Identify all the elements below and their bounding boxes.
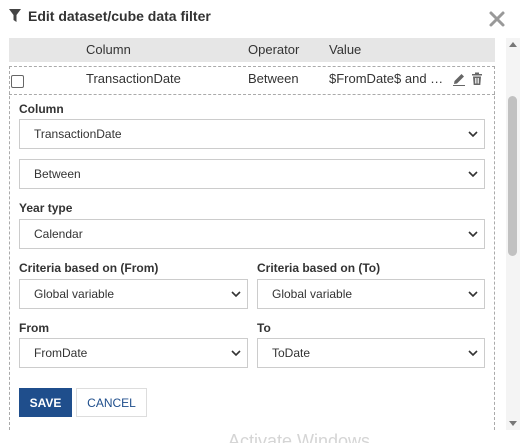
dialog-title: Edit dataset/cube data filter [28,8,211,24]
scroll-up-arrow-icon[interactable] [509,42,517,47]
criteria-to-select-value: Global variable [272,287,353,301]
operator-select-value: Between [34,167,81,181]
criteria-from-label: Criteria based on (From) [19,261,159,275]
edit-pencil-icon[interactable] [452,72,466,86]
chevron-down-icon [468,131,478,138]
chevron-down-icon [231,350,241,357]
from-select[interactable]: FromDate [19,338,248,368]
scrollbar-thumb[interactable] [508,96,517,256]
dialog-title-bar: Edit dataset/cube data filter [0,0,521,36]
from-label: From [19,321,49,335]
vertical-scrollbar[interactable] [506,38,520,430]
chevron-down-icon [468,291,478,298]
to-label: To [257,321,271,335]
column-select[interactable]: TransactionDate [19,119,485,149]
year-type-select[interactable]: Calendar [19,219,485,249]
to-select[interactable]: ToDate [257,338,485,368]
row-divider [9,94,495,95]
value-header: Value [329,42,362,57]
column-label: Column [19,102,64,116]
from-select-value: FromDate [34,346,88,360]
criteria-to-label: Criteria based on (To) [257,261,381,275]
chevron-down-icon [468,171,478,178]
to-select-value: ToDate [272,346,311,360]
chevron-down-icon [231,291,241,298]
column-header: Column [86,42,131,57]
operator-select[interactable]: Between [19,159,485,189]
chevron-down-icon [468,350,478,357]
column-select-value: TransactionDate [34,127,122,141]
save-button[interactable]: SAVE [19,388,72,417]
cancel-button[interactable]: CANCEL [76,388,147,417]
grid-header: Column Operator Value [9,38,495,62]
filter-icon [9,9,21,22]
criteria-from-select[interactable]: Global variable [19,279,248,309]
chevron-down-icon [468,231,478,238]
close-icon[interactable] [488,10,506,28]
year-type-select-value: Calendar [34,227,83,241]
criteria-to-select[interactable]: Global variable [257,279,485,309]
row-operator-cell: Between [248,71,299,86]
operator-header: Operator [248,42,300,57]
row-value-cell: $FromDate$ and $ToDate$ [329,71,447,86]
scroll-down-arrow-icon[interactable] [509,421,517,426]
activate-windows-watermark: Activate Windows [228,431,371,443]
row-column-cell: TransactionDate [86,71,181,86]
year-type-label: Year type [19,201,73,215]
delete-trash-icon[interactable] [470,72,484,86]
row-select-checkbox[interactable] [11,75,24,88]
criteria-from-select-value: Global variable [34,287,115,301]
filter-dialog: Edit dataset/cube data filter Column Ope… [0,0,521,443]
